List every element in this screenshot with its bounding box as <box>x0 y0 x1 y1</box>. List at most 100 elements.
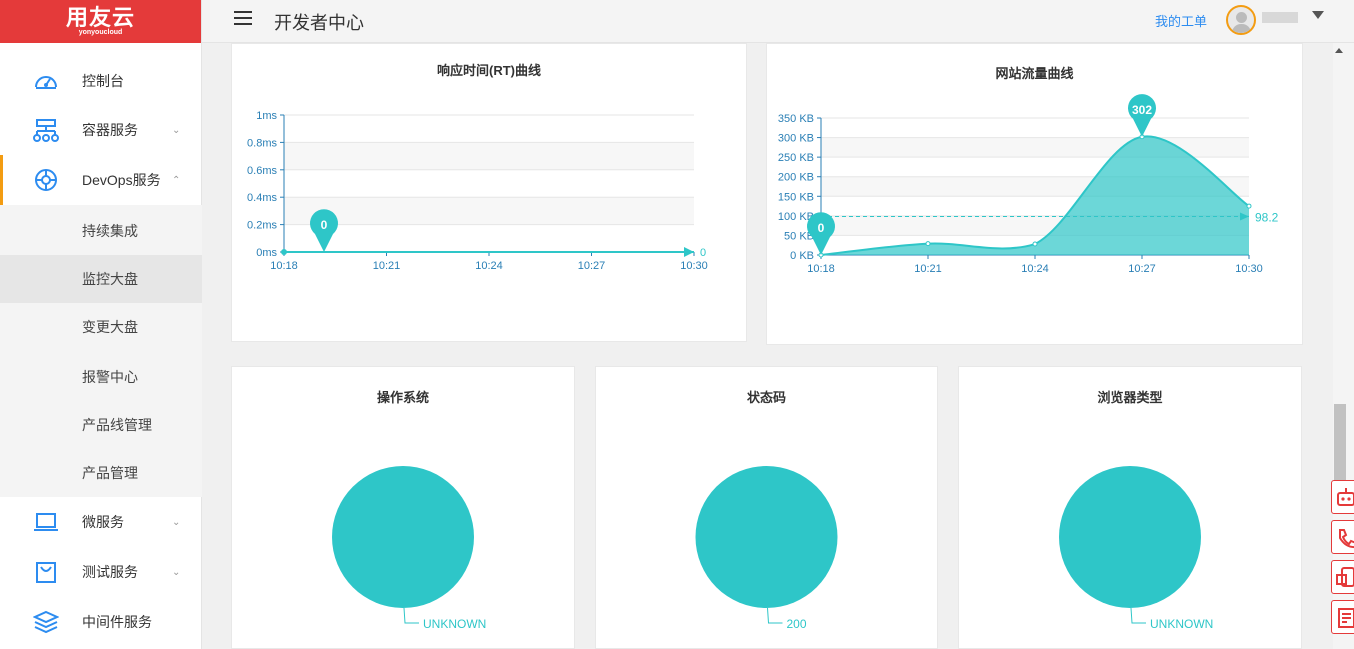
max-marker-label: 0 <box>321 218 328 232</box>
logo-subtext: yonyoucloud <box>78 28 123 36</box>
grid-band <box>284 197 694 225</box>
y-tick-label: 0.6ms <box>247 165 277 177</box>
chevron-down-icon: ⌄ <box>172 566 181 578</box>
scrollbar-thumb[interactable] <box>1334 404 1346 484</box>
phone-icon[interactable] <box>1331 520 1354 554</box>
rt-line-chart: 0ms 0.2ms 0.4ms 0.6ms 0.8ms 1ms 10:18 10:21 10:2… <box>247 110 708 272</box>
y-tick-label: 0.2ms <box>247 220 277 232</box>
grid-band <box>284 115 694 143</box>
sidebar-item-label: 容器服务 <box>82 122 138 138</box>
x-tick-label: 10:30 <box>680 260 708 272</box>
y-tick-label: 350 KB <box>778 113 814 125</box>
robot-assistant-icon[interactable] <box>1331 480 1354 514</box>
x-tick-label: 10:27 <box>1128 263 1156 275</box>
submenu-item-product-line[interactable]: 产品线管理 <box>0 401 202 449</box>
menu-toggle-icon[interactable] <box>234 11 252 25</box>
pie-label-line <box>403 607 419 624</box>
x-tick-label: 10:30 <box>1235 263 1263 275</box>
grid-band <box>284 224 694 252</box>
feedback-icon[interactable] <box>1331 600 1354 634</box>
traffic-area-chart: 0 KB50 KB100 KB150 KB200 KB250 KB300 KB3… <box>778 94 1279 275</box>
submenu-item-label: 持续集成 <box>82 223 138 239</box>
submenu-item-label: 变更大盘 <box>82 319 138 335</box>
chevron-down-icon: ⌄ <box>172 516 181 528</box>
os-pie-card: 操作系统 UNKNOWN <box>231 366 575 649</box>
sidebar-item-testing[interactable]: 测试服务 ⌄ <box>0 547 202 597</box>
traffic-chart-card: 网站流量曲线 0 KB 50 KB 100 KB 150 KB 200 KB 250 KB… <box>766 43 1303 345</box>
x-tick-label: 10:24 <box>1021 263 1049 275</box>
average-label: 98.2 <box>1255 211 1279 225</box>
status-code-pie-card: 状态码 200 <box>595 366 938 649</box>
pie-label-line <box>1130 607 1146 624</box>
username[interactable] <box>1262 12 1298 23</box>
sidebar-item-container[interactable]: 容器服务 ⌄ <box>0 105 202 155</box>
submenu-item-monitor-dashboard[interactable]: 监控大盘 <box>0 255 202 303</box>
bag-icon <box>33 559 59 585</box>
work-order-link[interactable]: 我的工单 <box>1155 11 1207 30</box>
dashboard-icon <box>33 68 59 94</box>
os-pie-chart: UNKNOWN <box>332 466 486 631</box>
container-icon <box>33 117 59 143</box>
page-title: 开发者中心 <box>274 13 364 33</box>
submenu-item-product[interactable]: 产品管理 <box>0 449 202 497</box>
submenu-item-label: 监控大盘 <box>82 271 138 287</box>
submenu-item-label: 产品管理 <box>82 465 138 481</box>
y-tick-label: 1ms <box>256 110 277 122</box>
submenu-item-alert-center[interactable]: 报警中心 <box>0 353 202 401</box>
scroll-up-arrow-icon[interactable] <box>1335 48 1343 53</box>
data-point <box>1246 203 1252 209</box>
sidebar-item-label: 微服务 <box>82 514 124 530</box>
sidebar-item-label: 控制台 <box>82 73 124 89</box>
device-icon[interactable] <box>1331 560 1354 594</box>
grid-band <box>284 142 694 170</box>
grid-band <box>284 169 694 198</box>
x-tick-label: 10:21 <box>914 263 942 275</box>
sidebar-item-microservice[interactable]: 微服务 ⌄ <box>0 497 202 547</box>
max-marker-label: 302 <box>1132 103 1152 117</box>
chevron-down-icon: ⌄ <box>172 124 181 136</box>
submenu-item-label: 报警中心 <box>82 369 138 385</box>
y-tick-label: 150 KB <box>778 191 814 203</box>
sidebar-item-label: DevOps服务 <box>82 172 161 188</box>
y-tick-label: 300 KB <box>778 133 814 145</box>
x-tick-label: 10:18 <box>270 260 298 272</box>
y-tick-label: 0 KB <box>790 250 814 262</box>
pie-slice <box>1059 466 1201 608</box>
pie-slice <box>695 466 838 608</box>
caret-down-icon[interactable] <box>1312 11 1324 19</box>
avatar[interactable] <box>1226 5 1256 35</box>
pie-label-line <box>767 607 783 624</box>
min-marker-label: 0 <box>818 221 825 235</box>
x-tick-label: 10:18 <box>807 263 835 275</box>
browser-pie-chart: UNKNOWN <box>1059 466 1213 631</box>
submenu-item-ci[interactable]: 持续集成 <box>0 207 202 255</box>
average-label: 0 <box>700 247 706 259</box>
y-tick-label: 0ms <box>256 247 277 259</box>
sidebar-item-middleware[interactable]: 中间件服务 <box>0 597 202 647</box>
status-code-pie-chart: 200 <box>695 466 838 631</box>
y-tick-label: 0.8ms <box>247 137 277 149</box>
x-tick-label: 10:24 <box>475 260 503 272</box>
sidebar-item-label: 中间件服务 <box>82 614 152 630</box>
y-tick-label: 250 KB <box>778 152 814 164</box>
y-tick-label: 0.4ms <box>247 192 277 204</box>
y-tick-label: 200 KB <box>778 172 814 184</box>
submenu-item-change-dashboard[interactable]: 变更大盘 <box>0 303 202 351</box>
pie-slice-label: 200 <box>787 617 807 631</box>
brand-logo[interactable]: 用友云 yonyoucloud <box>0 0 201 43</box>
devops-icon <box>33 167 59 193</box>
sidebar-item-label: 测试服务 <box>82 564 138 580</box>
top-bar: 开发者中心 我的工单 <box>202 0 1354 43</box>
pie-slice <box>332 466 474 608</box>
rt-chart-card: 响应时间(RT)曲线 0ms 0.2ms 0.4ms 0.6ms 0.8ms 1ms 10:… <box>231 43 747 342</box>
sidebar-item-console[interactable]: 控制台 <box>0 56 202 106</box>
scrollbar-track[interactable] <box>1333 43 1354 649</box>
pie-slice-label: UNKNOWN <box>423 617 486 631</box>
sidebar-item-devops[interactable]: DevOps服务 ⌃ <box>0 155 202 205</box>
data-point <box>925 241 931 247</box>
layers-icon <box>33 609 59 635</box>
x-tick-label: 10:21 <box>373 260 401 272</box>
browser-pie-card: 浏览器类型 UNKNOWN <box>958 366 1302 649</box>
logo-text: 用友云 <box>65 4 135 30</box>
devops-submenu: 持续集成 监控大盘 变更大盘 报警中心 产品线管理 产品管理 <box>0 205 202 497</box>
